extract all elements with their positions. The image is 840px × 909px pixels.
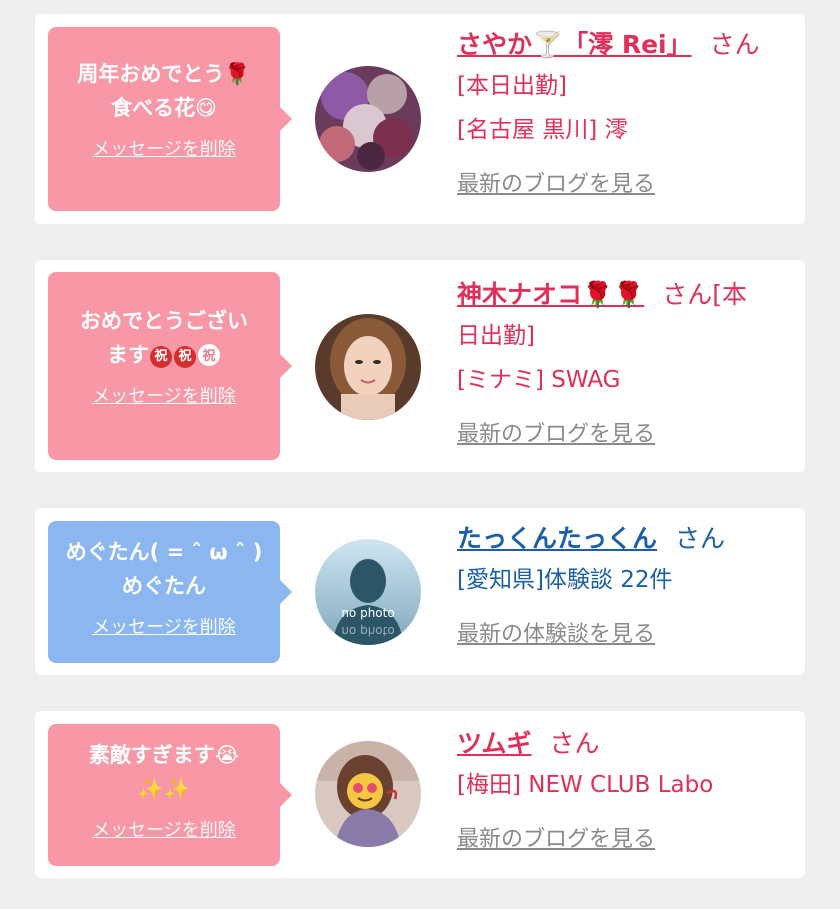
honorific: さん (675, 524, 726, 553)
svg-text:no photo: no photo (341, 606, 394, 620)
message-list: 周年おめでとう🌹 食べる花😋 メッセージを削除 さやか🍸「澪 Rei」 さん [本日… (0, 0, 840, 909)
user-name-link[interactable]: さやか🍸「澪 Rei」 (457, 30, 692, 59)
status-text: 日出勤] (457, 323, 535, 349)
latest-blog-link[interactable]: 最新のブログを見る (457, 166, 655, 198)
user-name-link[interactable]: ツムギ (457, 729, 532, 758)
honorific: さん (709, 30, 760, 59)
shop-text: [名古屋 黒川] 澪 (457, 117, 628, 143)
delete-message-link[interactable]: メッセージを削除 (92, 135, 236, 161)
shop-text: [梅田] NEW CLUB Labo (457, 772, 714, 798)
user-info: たっくんたっくん さん [愛知県]体験談 22件 最新の体験談を見る (457, 520, 787, 648)
avatar-photo (315, 66, 421, 172)
latest-blog-link[interactable]: 最新のブログを見る (457, 821, 655, 853)
message-card: おめでとうござい ます祝祝祝 メッセージを削除 神木ナオコ🌹🌹 さん[本 日出勤] … (35, 260, 805, 472)
celebration-seal-icon: 祝 (198, 344, 220, 366)
honorific: さん (549, 729, 600, 758)
avatar[interactable] (315, 314, 421, 420)
user-info: ツムギ さん [梅田] NEW CLUB Labo 最新のブログを見る (457, 725, 787, 853)
avatar[interactable]: no photo no photo (315, 539, 421, 645)
user-info: 神木ナオコ🌹🌹 さん[本 日出勤] [ミナミ] SWAG 最新のブログを見る (457, 276, 787, 448)
delete-message-link[interactable]: メッセージを削除 (92, 816, 236, 842)
message-bubble: おめでとうござい ます祝祝祝 メッセージを削除 (48, 272, 292, 460)
message-card: めぐたん( = ˆ ω ˆ ) めぐたん メッセージを削除 no photo no… (35, 508, 805, 675)
delete-message-link[interactable]: メッセージを削除 (92, 613, 236, 639)
celebration-seal-icon: 祝 (150, 346, 172, 368)
review-count-text: [愛知県]体験談 22件 (457, 567, 673, 593)
delete-message-link[interactable]: メッセージを削除 (92, 382, 236, 408)
message-bubble: 素敵すぎます😭 ✨✨ メッセージを削除 (48, 724, 292, 866)
avatar[interactable] (315, 66, 421, 172)
latest-blog-link[interactable]: 最新のブログを見る (457, 416, 655, 448)
message-text: 周年おめでとう🌹 食べる花😋 (77, 62, 251, 120)
message-card: 周年おめでとう🌹 食べる花😋 メッセージを削除 さやか🍸「澪 Rei」 さん [本日… (35, 14, 805, 224)
avatar-photo (315, 741, 421, 847)
message-card: 素敵すぎます😭 ✨✨ メッセージを削除 ツムギ さん [梅田] NEW CLUB L… (35, 711, 805, 878)
user-name-link[interactable]: たっくんたっくん (457, 524, 657, 553)
shop-text: [ミナミ] SWAG (457, 367, 621, 393)
status-text: [本日出勤] (457, 73, 567, 99)
message-text: 素敵すぎます😭 ✨✨ (88, 743, 240, 801)
user-info: さやか🍸「澪 Rei」 さん [本日出勤] [名古屋 黒川] 澪 最新のブログを見… (457, 26, 787, 198)
message-text: おめでとうござい ます祝祝祝 (80, 309, 248, 368)
honorific: さん[本 (662, 280, 748, 309)
celebration-seal-icon: 祝 (174, 346, 196, 368)
no-photo-avatar-icon: no photo no photo (315, 539, 421, 645)
latest-review-link[interactable]: 最新の体験談を見る (457, 616, 655, 648)
avatar[interactable] (315, 741, 421, 847)
avatar-photo (315, 314, 421, 420)
message-bubble: 周年おめでとう🌹 食べる花😋 メッセージを削除 (48, 27, 292, 211)
message-bubble: めぐたん( = ˆ ω ˆ ) めぐたん メッセージを削除 (48, 521, 292, 663)
user-name-link[interactable]: 神木ナオコ🌹🌹 (457, 280, 644, 309)
message-text: めぐたん( = ˆ ω ˆ ) めぐたん (65, 540, 263, 598)
svg-text:no photo: no photo (341, 624, 394, 638)
